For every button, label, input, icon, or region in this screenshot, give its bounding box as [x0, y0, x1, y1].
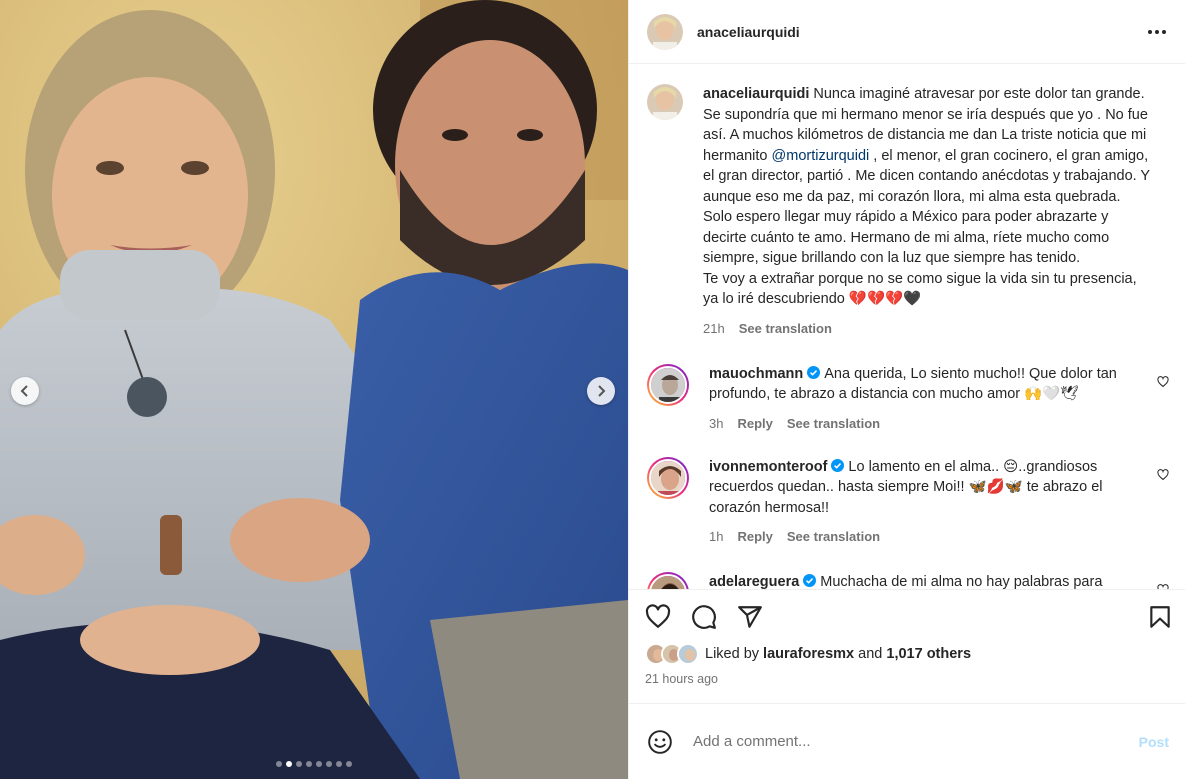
- caption-meta: 21h See translation: [703, 321, 1151, 336]
- comment-time[interactable]: 1h: [709, 529, 723, 544]
- comment-time[interactable]: 3h: [709, 416, 723, 431]
- verified-badge-icon: [831, 458, 845, 472]
- reply-button[interactable]: Reply: [737, 529, 772, 544]
- author-username[interactable]: anaceliaurquidi: [697, 24, 1145, 40]
- comment-item: ivonnemonteroof Lo lamento en el alma.. 😔…: [647, 456, 1169, 544]
- carousel-dots: [0, 761, 628, 767]
- post-photo: [0, 0, 628, 779]
- like-comment-heart-icon[interactable]: [1157, 468, 1169, 481]
- commenter-avatar[interactable]: [647, 363, 689, 406]
- comment-username[interactable]: mauochmann: [709, 366, 803, 382]
- carousel-dot: [306, 761, 312, 767]
- carousel-dot: [296, 761, 302, 767]
- previous-slide-button[interactable]: [11, 377, 39, 405]
- liked-by-user[interactable]: lauraforesmx: [763, 646, 854, 662]
- heart-icon[interactable]: [645, 604, 671, 630]
- chevron-right-icon: [598, 385, 606, 397]
- post-timestamp[interactable]: 21 hours ago: [645, 672, 1173, 686]
- carousel-dot: [286, 761, 292, 767]
- likes-others[interactable]: 1,017 others: [886, 646, 971, 662]
- likes-summary: Liked by lauraforesmx and 1,017 others: [645, 642, 1173, 666]
- share-icon[interactable]: [737, 604, 763, 630]
- comment-item: mauochmann Ana querida, Lo siento mucho!!…: [647, 363, 1169, 431]
- comment-text: adelareguera Muchacha de mi alma no hay p…: [709, 572, 1151, 589]
- post-media[interactable]: [0, 0, 628, 779]
- post-side-panel: anaceliaurquidi anaceliaurquidi Nunca ima…: [628, 0, 1185, 779]
- likes-text: Liked by lauraforesmx and 1,017 others: [705, 646, 971, 662]
- verified-badge-icon: [803, 574, 817, 587]
- commenter-avatar[interactable]: [647, 456, 689, 499]
- action-bar: [645, 602, 1173, 632]
- comment-item: adelareguera Muchacha de mi alma no hay p…: [647, 572, 1169, 589]
- comment-body: adelareguera Muchacha de mi alma no hay p…: [709, 572, 1169, 589]
- post-actions: Liked by lauraforesmx and 1,017 others 2…: [629, 589, 1185, 703]
- post-caption: anaceliaurquidi Nunca imaginé atravesar p…: [647, 84, 1169, 336]
- likes-conjunction: and: [854, 646, 887, 662]
- comment-username[interactable]: ivonnemonteroof: [709, 459, 827, 475]
- carousel-dot: [346, 761, 352, 767]
- more-horizontal-icon: [1148, 29, 1166, 34]
- bookmark-icon[interactable]: [1147, 604, 1173, 630]
- caption-username[interactable]: anaceliaurquidi: [703, 86, 809, 102]
- comment-meta: 1h Reply See translation: [709, 529, 1151, 544]
- comment-meta: 3h Reply See translation: [709, 416, 1151, 431]
- like-comment-heart-icon[interactable]: [1157, 584, 1169, 589]
- add-comment-bar: Post: [629, 703, 1185, 779]
- comment-body: mauochmann Ana querida, Lo siento mucho!!…: [709, 364, 1169, 431]
- post-header: anaceliaurquidi: [629, 0, 1185, 64]
- caption-see-translation[interactable]: See translation: [739, 321, 832, 336]
- carousel-dot: [326, 761, 332, 767]
- reply-button[interactable]: Reply: [737, 416, 772, 431]
- post-comment-button[interactable]: Post: [1139, 734, 1169, 750]
- comment-input[interactable]: [693, 733, 1139, 750]
- chevron-left-icon: [20, 385, 28, 397]
- comment-content: Muchacha de mi alma no hay palabras para: [820, 574, 1103, 589]
- carousel-dot: [316, 761, 322, 767]
- commenter-avatar[interactable]: [647, 572, 689, 589]
- liked-by-avatars[interactable]: [645, 643, 699, 665]
- carousel-dot: [276, 761, 282, 767]
- comment-text: ivonnemonteroof Lo lamento en el alma.. 😔…: [709, 457, 1151, 519]
- see-translation-button[interactable]: See translation: [787, 416, 880, 431]
- author-avatar[interactable]: [647, 13, 683, 50]
- instagram-post-modal: anaceliaurquidi anaceliaurquidi Nunca ima…: [0, 0, 1185, 779]
- caption-text: anaceliaurquidi Nunca imaginé atravesar p…: [703, 84, 1151, 310]
- next-slide-button[interactable]: [587, 377, 615, 405]
- comment-icon[interactable]: [691, 604, 717, 630]
- caption-text-part-3: Te voy a extrañar porque no se como sigu…: [703, 270, 1137, 308]
- see-translation-button[interactable]: See translation: [787, 529, 880, 544]
- verified-badge-icon: [807, 365, 821, 379]
- comments-list[interactable]: anaceliaurquidi Nunca imaginé atravesar p…: [629, 64, 1185, 589]
- caption-body: anaceliaurquidi Nunca imaginé atravesar p…: [703, 84, 1169, 336]
- more-options-button[interactable]: [1145, 20, 1169, 44]
- caption-avatar[interactable]: [647, 84, 683, 120]
- caption-text-part-2: , el menor, el gran cocinero, el gran am…: [703, 147, 1150, 267]
- carousel-dot: [336, 761, 342, 767]
- comment-text: mauochmann Ana querida, Lo siento mucho!!…: [709, 364, 1151, 405]
- like-comment-heart-icon[interactable]: [1157, 375, 1169, 388]
- caption-mention-link[interactable]: @mortizurquidi: [772, 148, 870, 164]
- emoji-icon[interactable]: [647, 729, 673, 755]
- comment-body: ivonnemonteroof Lo lamento en el alma.. 😔…: [709, 457, 1169, 544]
- likes-prefix: Liked by: [705, 646, 764, 662]
- caption-time[interactable]: 21h: [703, 321, 725, 336]
- comment-username[interactable]: adelareguera: [709, 574, 799, 589]
